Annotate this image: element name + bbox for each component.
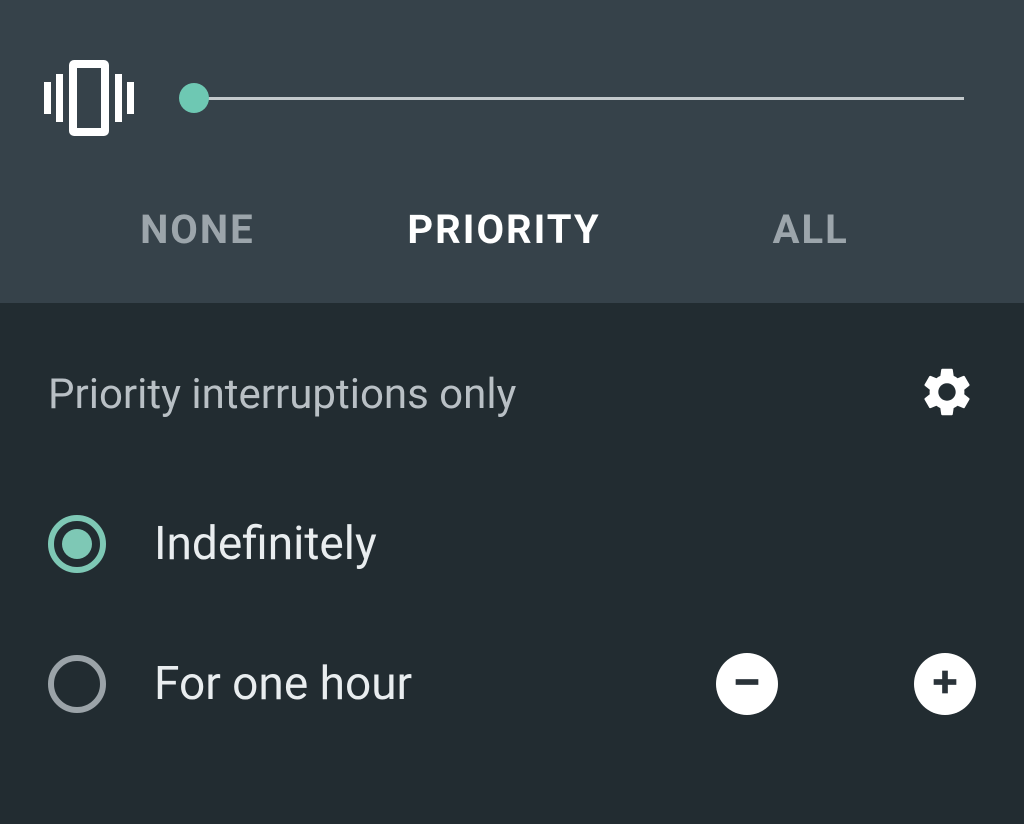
radio-indefinitely[interactable] [48, 515, 106, 573]
interruption-tabs: NONE PRIORITY ALL [44, 196, 964, 263]
increase-duration-button[interactable] [914, 653, 976, 715]
priority-settings-panel: Priority interruptions only Indefinitely… [0, 303, 1024, 824]
option-for-one-hour[interactable]: For one hour [48, 653, 976, 715]
decrease-duration-button[interactable] [716, 653, 778, 715]
option-indefinitely[interactable]: Indefinitely [48, 515, 976, 573]
section-header: Priority interruptions only [48, 363, 976, 425]
gear-icon[interactable] [918, 363, 976, 425]
tab-all[interactable]: ALL [657, 196, 964, 263]
tab-none[interactable]: NONE [44, 196, 351, 263]
volume-panel: NONE PRIORITY ALL [0, 0, 1024, 303]
radio-indefinitely-inner [62, 529, 92, 559]
plus-icon [928, 665, 962, 703]
option-label-indefinitely: Indefinitely [154, 517, 976, 571]
section-title: Priority interruptions only [48, 370, 516, 419]
radio-for-one-hour[interactable] [48, 655, 106, 713]
volume-slider[interactable] [174, 83, 964, 113]
volume-row [44, 60, 964, 136]
option-label-for-one-hour: For one hour [154, 657, 668, 711]
tab-priority[interactable]: PRIORITY [351, 196, 658, 263]
slider-track [189, 97, 964, 100]
slider-thumb[interactable] [179, 83, 209, 113]
minus-icon [730, 665, 764, 703]
vibrate-icon[interactable] [44, 60, 134, 136]
